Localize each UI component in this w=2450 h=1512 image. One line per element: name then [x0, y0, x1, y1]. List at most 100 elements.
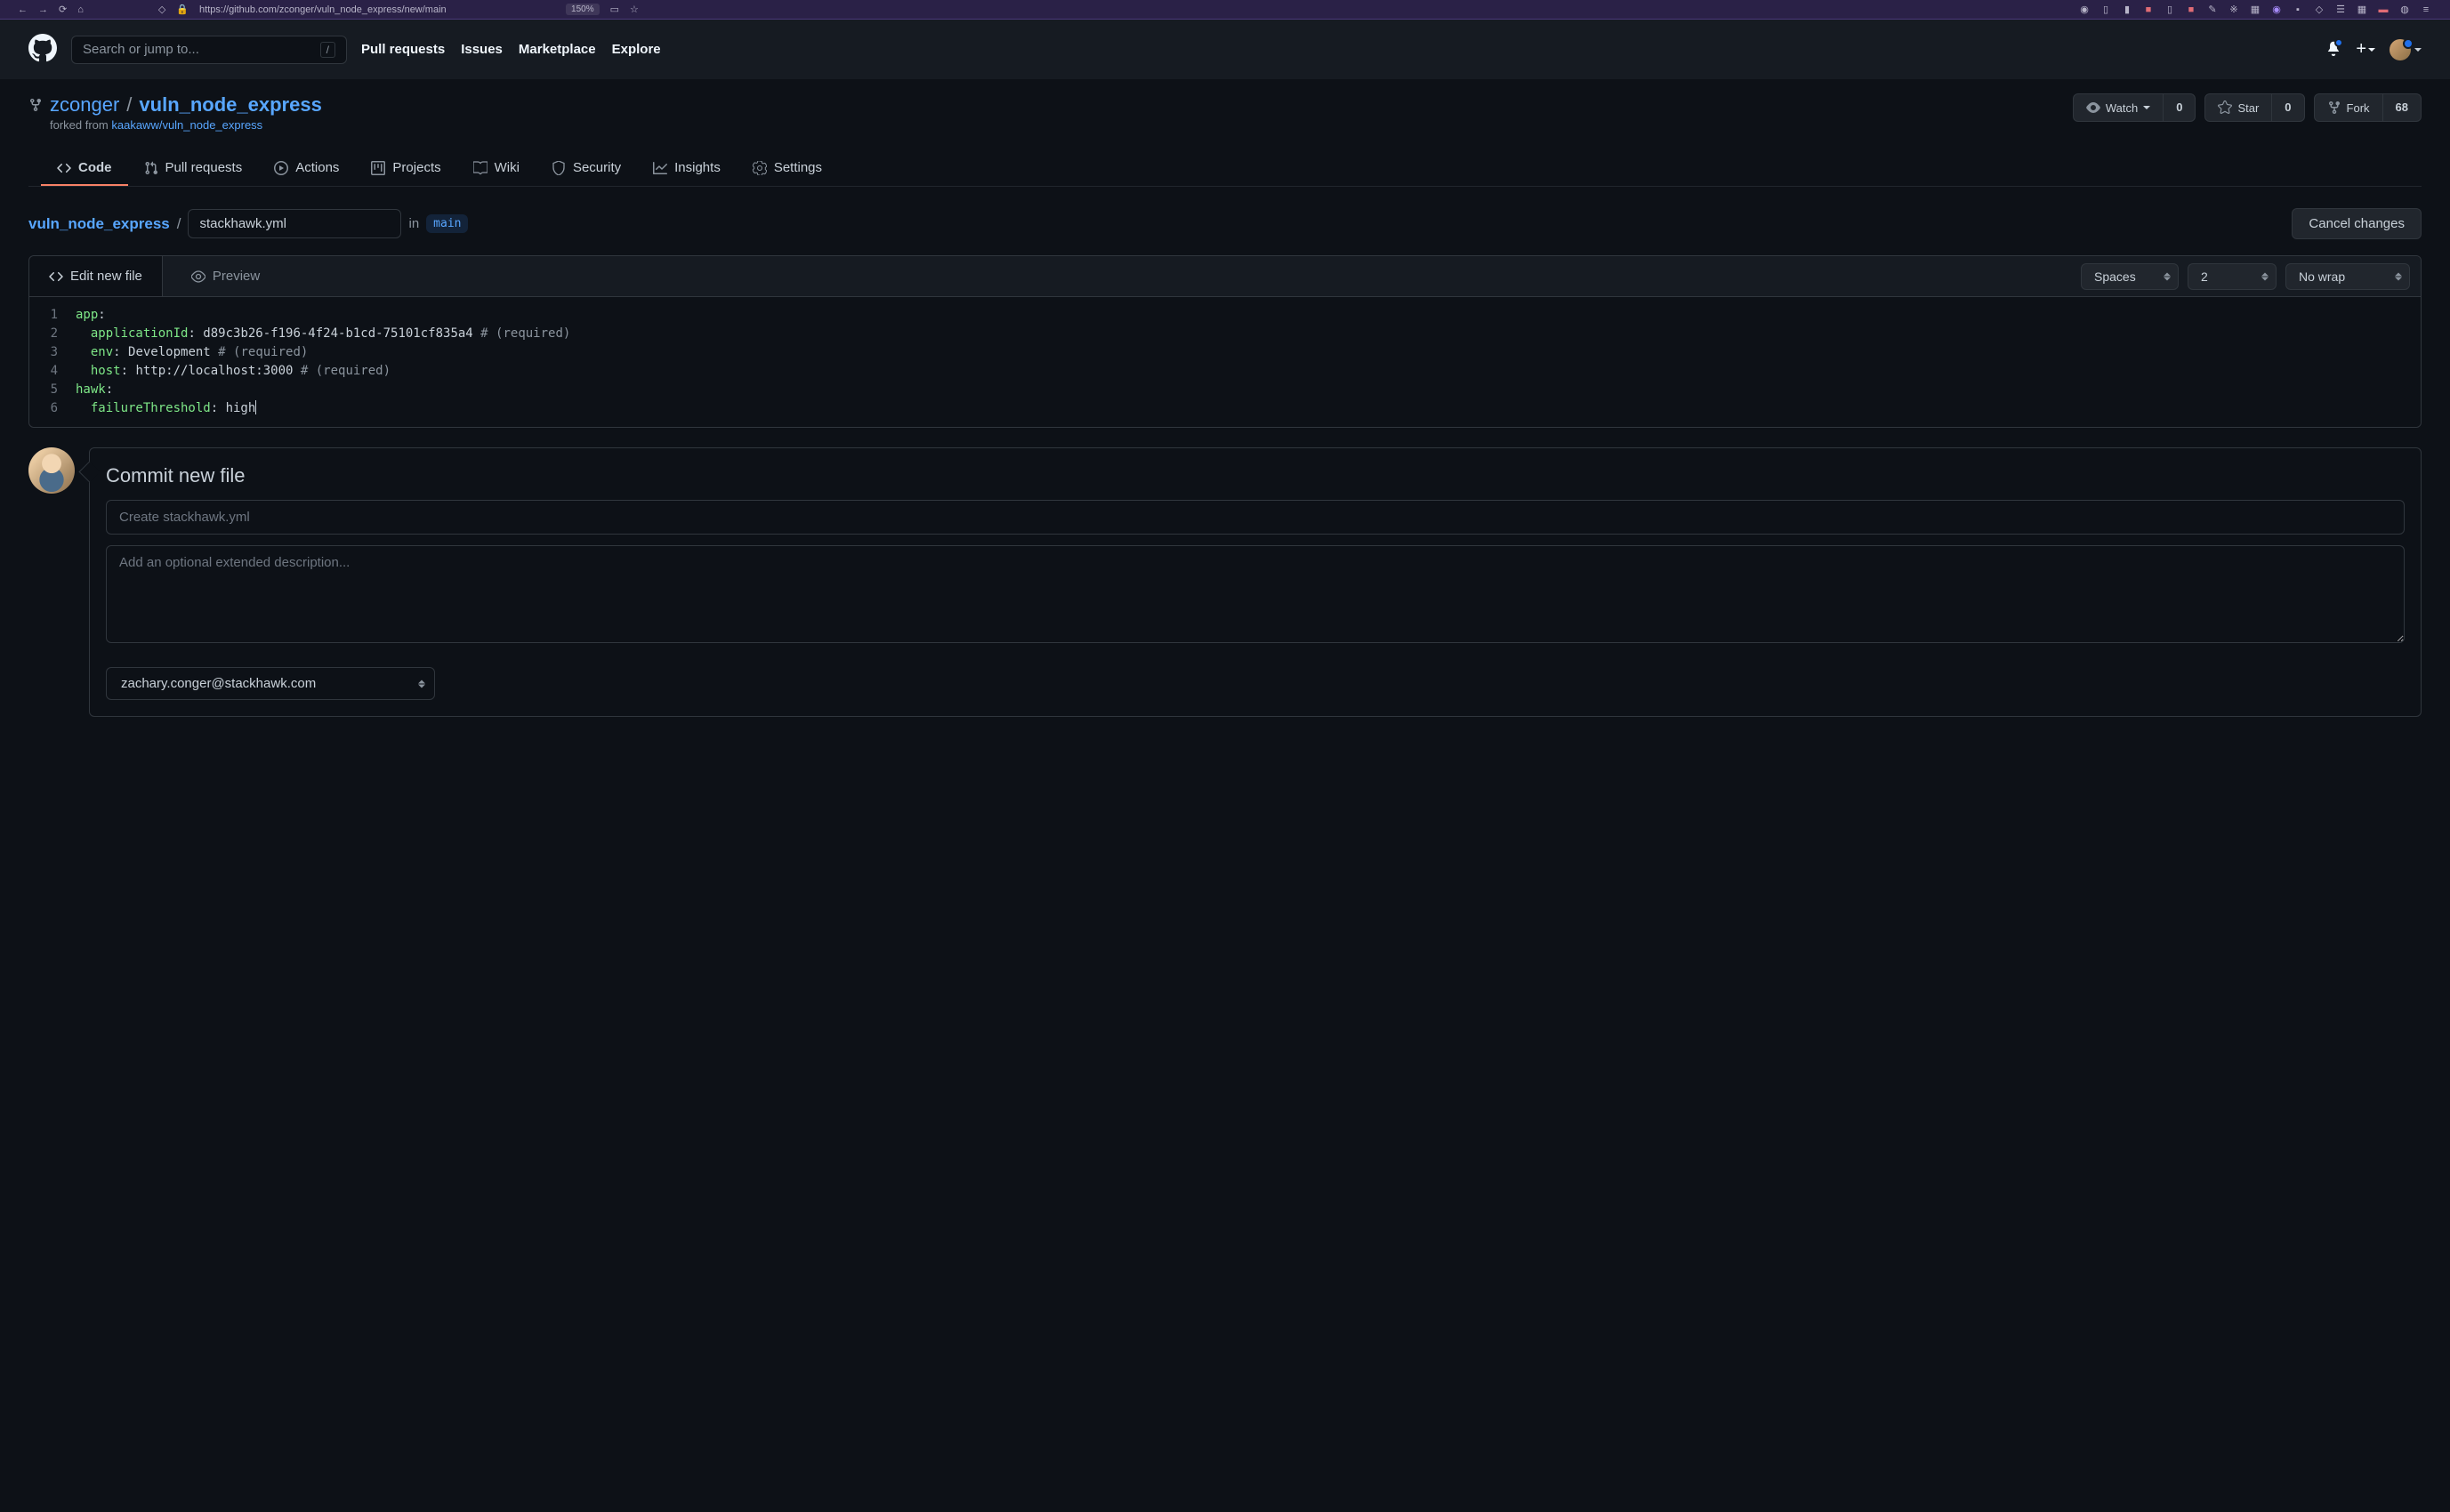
repo-owner-link[interactable]: zconger [50, 93, 119, 117]
commit-section: Commit new file zachary.conger@stackhawk… [28, 447, 2422, 717]
book-icon [473, 161, 488, 175]
bookmark-icon[interactable]: ☆ [630, 4, 639, 15]
commit-form: Commit new file zachary.conger@stackhawk… [89, 447, 2422, 717]
wrap-mode-select[interactable]: No wrap [2285, 263, 2410, 290]
github-logo[interactable] [28, 34, 57, 65]
play-icon [274, 161, 288, 175]
forked-from: forked from kaakaww/vuln_node_express [50, 118, 322, 132]
ext-icon[interactable]: ▦ [2249, 4, 2261, 16]
commit-heading: Commit new file [106, 464, 2405, 487]
shield-icon[interactable]: ◇ [158, 4, 165, 15]
gear-icon [753, 161, 767, 175]
nav-explore[interactable]: Explore [612, 42, 661, 57]
repo-nav: Code Pull requests Actions Projects Wiki… [28, 151, 2422, 187]
eye-icon [191, 269, 206, 284]
browser-chrome: ← → ⟳ ⌂ ◇ 🔒 https://github.com/zconger/v… [0, 0, 2450, 20]
repo-actions: Watch 0 Star 0 Fork 68 [2073, 93, 2422, 122]
main-content: vuln_node_express / in main Cancel chang… [0, 187, 2450, 738]
tab-preview[interactable]: Preview [172, 256, 279, 296]
nav-pull-requests[interactable]: Pull requests [361, 42, 445, 57]
indent-size-select[interactable]: 2 [2188, 263, 2277, 290]
ext-icon[interactable]: ■ [2185, 4, 2197, 16]
ext-icon[interactable]: ◉ [2078, 4, 2091, 16]
ext-icon[interactable]: ※ [2228, 4, 2240, 16]
editor-tabs: Edit new file Preview Spaces 2 No wrap [29, 256, 2421, 297]
watch-button[interactable]: Watch 0 [2073, 93, 2196, 122]
avatar [2390, 39, 2411, 60]
tab-code[interactable]: Code [41, 151, 128, 186]
ext-icon[interactable]: ■ [2142, 4, 2155, 16]
ext-icon[interactable]: ▬ [2377, 4, 2390, 16]
code-line[interactable]: 1app: [29, 306, 2421, 325]
fork-button[interactable]: Fork 68 [2314, 93, 2422, 122]
commit-email-select[interactable]: zachary.conger@stackhawk.com [106, 667, 435, 700]
tab-edit-file[interactable]: Edit new file [29, 256, 163, 296]
commit-description-input[interactable] [106, 545, 2405, 643]
fork-count[interactable]: 68 [2382, 94, 2421, 121]
editor-container: Edit new file Preview Spaces 2 No wrap [28, 255, 2422, 428]
tab-projects[interactable]: Projects [355, 151, 456, 186]
search-input[interactable]: Search or jump to... / [71, 36, 347, 64]
nav-issues[interactable]: Issues [461, 42, 503, 57]
watch-count[interactable]: 0 [2163, 94, 2195, 121]
indent-mode-select[interactable]: Spaces [2081, 263, 2179, 290]
file-breadcrumb: vuln_node_express / in main Cancel chang… [28, 208, 2422, 239]
nav-marketplace[interactable]: Marketplace [519, 42, 596, 57]
filename-input[interactable] [188, 209, 401, 238]
code-line[interactable]: 5hawk: [29, 381, 2421, 399]
address-bar[interactable]: https://github.com/zconger/vuln_node_exp… [199, 4, 555, 15]
tab-actions[interactable]: Actions [258, 151, 355, 186]
caret-down-icon [2143, 106, 2150, 109]
ext-icon[interactable]: ▪ [2292, 4, 2304, 16]
branch-chip: main [426, 214, 468, 233]
code-line[interactable]: 3 env: Development # (required) [29, 343, 2421, 362]
forward-icon[interactable]: → [38, 4, 48, 15]
eye-icon [2086, 101, 2100, 115]
fork-source-link[interactable]: kaakaww/vuln_node_express [111, 118, 262, 132]
code-icon [57, 161, 71, 175]
ext-icon[interactable]: ◉ [2270, 4, 2283, 16]
ext-icon[interactable]: ▯ [2164, 4, 2176, 16]
breadcrumb-repo-link[interactable]: vuln_node_express [28, 215, 170, 233]
back-icon[interactable]: ← [18, 4, 28, 15]
tab-settings[interactable]: Settings [737, 151, 838, 186]
code-line[interactable]: 2 applicationId: d89c3b26-f196-4f24-b1cd… [29, 325, 2421, 343]
reader-icon[interactable]: ▭ [610, 4, 619, 15]
search-placeholder: Search or jump to... [83, 42, 199, 57]
commit-summary-input[interactable] [106, 500, 2405, 535]
ext-icon[interactable]: ▮ [2121, 4, 2133, 16]
tab-security[interactable]: Security [536, 151, 637, 186]
graph-icon [653, 161, 667, 175]
ext-icon[interactable]: ✎ [2206, 4, 2219, 16]
ext-icon[interactable]: ◍ [2398, 4, 2411, 16]
star-count[interactable]: 0 [2271, 94, 2303, 121]
ext-icon[interactable]: ◇ [2313, 4, 2325, 16]
zoom-indicator[interactable]: 150% [566, 4, 600, 15]
ext-icon[interactable]: ▦ [2356, 4, 2368, 16]
home-icon[interactable]: ⌂ [77, 4, 84, 15]
tab-wiki[interactable]: Wiki [457, 151, 536, 186]
repo-name-link[interactable]: vuln_node_express [139, 93, 321, 117]
code-line[interactable]: 4 host: http://localhost:3000 # (require… [29, 362, 2421, 381]
user-menu[interactable] [2390, 39, 2422, 60]
star-button[interactable]: Star 0 [2204, 93, 2304, 122]
notifications-button[interactable] [2325, 40, 2341, 59]
repo-header: zconger / vuln_node_express forked from … [0, 79, 2450, 187]
code-line[interactable]: 6 failureThreshold: high [29, 399, 2421, 418]
reload-icon[interactable]: ⟳ [59, 4, 67, 15]
search-shortcut: / [320, 42, 335, 58]
code-editor[interactable]: 1app:2 applicationId: d89c3b26-f196-4f24… [29, 297, 2421, 427]
tab-pull-requests[interactable]: Pull requests [128, 151, 259, 186]
cancel-changes-button[interactable]: Cancel changes [2292, 208, 2422, 239]
pull-request-icon [144, 161, 158, 175]
header-nav: Pull requests Issues Marketplace Explore [361, 42, 661, 57]
caret-down-icon [2414, 48, 2422, 52]
fork-icon [28, 98, 43, 112]
ext-icon[interactable]: ▯ [2099, 4, 2112, 16]
create-new-dropdown[interactable]: + [2356, 39, 2375, 60]
fork-icon [2327, 101, 2341, 115]
menu-icon[interactable]: ≡ [2420, 4, 2432, 16]
ext-icon[interactable]: ☰ [2334, 4, 2347, 16]
tab-insights[interactable]: Insights [637, 151, 737, 186]
project-icon [371, 161, 385, 175]
